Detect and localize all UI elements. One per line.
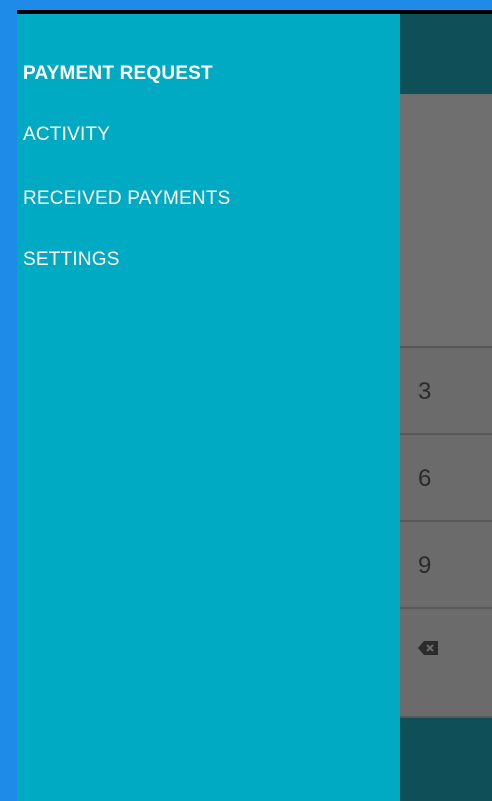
key-label: 9	[418, 552, 432, 579]
backspace-key[interactable]	[400, 607, 492, 718]
device-frame: 3 6 9 PAYMENT REQUEST ACTIVITY RECEIVED …	[0, 0, 492, 801]
navigation-drawer: PAYMENT REQUEST ACTIVITY RECEIVED PAYMEN…	[17, 14, 400, 801]
drawer-item-payment-request[interactable]: PAYMENT REQUEST	[23, 63, 213, 85]
key-label: 6	[418, 465, 432, 492]
key-9[interactable]: 9	[400, 520, 492, 607]
drawer-item-settings[interactable]: SETTINGS	[23, 249, 120, 271]
backspace-icon	[418, 641, 438, 655]
key-label: 3	[418, 378, 432, 405]
screen: 3 6 9 PAYMENT REQUEST ACTIVITY RECEIVED …	[17, 10, 492, 801]
drawer-item-received-payments[interactable]: RECEIVED PAYMENTS	[23, 188, 231, 210]
key-6[interactable]: 6	[400, 433, 492, 520]
key-3[interactable]: 3	[400, 346, 492, 433]
drawer-item-activity[interactable]: ACTIVITY	[23, 124, 110, 146]
